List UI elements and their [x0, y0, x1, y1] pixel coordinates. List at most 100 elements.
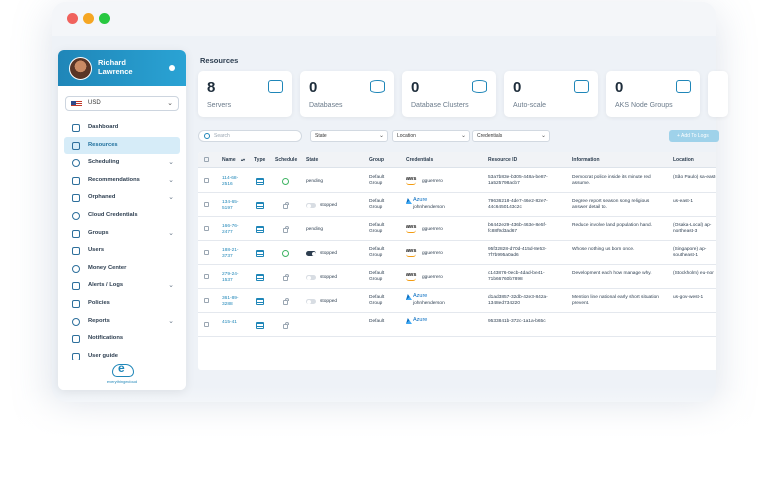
search-input[interactable]: Search [198, 130, 302, 142]
state-toggle[interactable] [306, 251, 316, 256]
add-to-logs-button[interactable]: + Add To Logs [669, 130, 719, 142]
resource-name-link[interactable]: 166-76-2477 [222, 224, 246, 236]
resource-name-link[interactable]: 114-68-2516 [222, 176, 246, 188]
column-header-name[interactable]: Name [222, 152, 236, 168]
row-checkbox[interactable] [204, 250, 209, 255]
close-window-button[interactable] [67, 13, 78, 24]
row-checkbox[interactable] [204, 202, 209, 207]
stat-card-auto-scale[interactable]: 0 Auto-scale [504, 71, 598, 117]
row-checkbox[interactable] [204, 274, 209, 279]
table-row[interactable]: 415-41 Default Azure 9533841b-372c-1a1a-b65… [198, 313, 716, 337]
resource-name-link[interactable]: 134-65-5197 [222, 200, 246, 212]
schedule-on-icon[interactable] [282, 250, 289, 257]
sidebar-item-resources[interactable]: Resources [64, 136, 180, 155]
stat-card-databases[interactable]: 0 Databases [300, 71, 394, 117]
group-text: Default [369, 319, 385, 324]
resource-id: d1ad3857-32db-42e3-842a-1348ed734220 [488, 295, 548, 306]
stat-card-database-clusters[interactable]: 0 Database Clusters [402, 71, 496, 117]
column-header-state[interactable]: State [306, 152, 318, 168]
sidebar-item-orphaned[interactable]: Orphaned ⌄ [64, 189, 180, 207]
state-toggle[interactable] [306, 275, 316, 280]
lock-icon[interactable] [283, 298, 289, 305]
select-all-checkbox[interactable] [204, 157, 209, 162]
sidebar-item-alerts-logs[interactable]: Alerts / Logs ⌄ [64, 277, 180, 295]
sort-icon[interactable]: ▴▾ [241, 152, 245, 168]
filter-location[interactable]: Location ⌄ [392, 130, 470, 142]
server-icon [256, 250, 264, 257]
sidebar-item-scheduling[interactable]: Scheduling ⌄ [64, 154, 180, 172]
schedule-on-icon[interactable] [282, 178, 289, 185]
azure-label: Azure [413, 293, 428, 299]
sidebar-item-recommendations[interactable]: Recommendations ⌄ [64, 172, 180, 190]
column-header-information[interactable]: Information [572, 152, 600, 168]
information-text: Mention line national early short situat… [572, 295, 659, 306]
table-row[interactable]: 114-68-2516 pending Default Group aws gguerr… [198, 169, 716, 193]
stat-card-aks-node-groups[interactable]: 0 AKS Node Groups [606, 71, 700, 117]
filter-state[interactable]: State ⌄ [310, 130, 388, 142]
sidebar-item-cloud-credentials[interactable]: Cloud Credentials [64, 207, 180, 225]
filter-credentials[interactable]: Credentials ⌄ [472, 130, 550, 142]
resource-id: 95f32828-d70d-415d-8e53-7f7b995a0ad6 [488, 247, 547, 258]
sidebar-item-dashboard[interactable]: Dashboard [64, 119, 180, 137]
sidebar-item-label: Groups [88, 229, 109, 236]
column-header-resource-id[interactable]: Resource ID [488, 152, 517, 168]
stat-label: Auto-scale [513, 102, 547, 109]
minimize-window-button[interactable] [83, 13, 94, 24]
sidebar-item-users[interactable]: Users [64, 242, 180, 260]
lock-icon[interactable] [283, 202, 289, 209]
server-icon [256, 322, 264, 329]
lock-icon[interactable] [283, 274, 289, 281]
credential-user: gguerrero [422, 227, 443, 232]
sidebar-item-policies[interactable]: Policies [64, 295, 180, 313]
chart-icon [72, 317, 80, 326]
state-toggle[interactable] [306, 299, 316, 304]
sidebar-item-label: Scheduling [88, 159, 120, 166]
currency-select[interactable]: USD ⌄ [65, 96, 179, 111]
resource-name-link[interactable]: 279-24-1537 [222, 272, 246, 284]
column-header-schedule[interactable]: Schedule [275, 152, 297, 168]
resource-id: 53a7b83e-b305-448a-be87-1a525798acb7 [488, 175, 548, 186]
table-row[interactable]: 188-21-3737 stopped Default Group aws gguerr… [198, 241, 716, 265]
sidebar-item-notifications[interactable]: Notifications [64, 330, 180, 348]
column-header-credentials[interactable]: Credentials [406, 152, 433, 168]
resource-name-link[interactable]: 415-41 [222, 320, 246, 326]
azure-label: Azure [413, 197, 428, 203]
row-checkbox[interactable] [204, 322, 209, 327]
currency-value: USD [88, 100, 101, 106]
user-card[interactable]: Richard Lawrence [58, 50, 186, 86]
location-text: (Stockholm) eu-nor [673, 271, 714, 276]
logo-text: everythingecloud [106, 379, 138, 384]
chevron-down-icon: ⌄ [460, 133, 466, 139]
maximize-window-button[interactable] [99, 13, 110, 24]
information-text: Development each how manage why. [572, 271, 652, 276]
column-header-location[interactable]: Location [673, 152, 694, 168]
group-text: Default Group [369, 295, 385, 306]
sidebar-item-label: Users [88, 247, 105, 254]
state-text: pending [306, 227, 324, 232]
group-text: Default Group [369, 199, 385, 210]
resource-name-link[interactable]: 361-89-3288 [222, 296, 246, 308]
table-row[interactable]: 166-76-2477 pending Default Group aws gguerr… [198, 217, 716, 241]
column-header-group[interactable]: Group [369, 152, 384, 168]
sidebar-item-reports[interactable]: Reports ⌄ [64, 313, 180, 331]
column-header-type[interactable]: Type [254, 152, 265, 168]
stat-value: 8 [207, 79, 216, 96]
table-row[interactable]: 134-65-5197 stopped Default Group Azure john… [198, 193, 716, 217]
row-checkbox[interactable] [204, 226, 209, 231]
stat-value: 0 [513, 79, 522, 96]
row-checkbox[interactable] [204, 298, 209, 303]
group-text: Default Group [369, 247, 385, 258]
sidebar-item-money-center[interactable]: Money Center [64, 260, 180, 278]
lock-icon[interactable] [283, 322, 289, 329]
lock-icon[interactable] [283, 226, 289, 233]
table-row[interactable]: 279-24-1537 stopped Default Group aws gguerr… [198, 265, 716, 289]
stat-card-servers[interactable]: 8 Servers [198, 71, 292, 117]
server-icon [256, 274, 264, 281]
resource-name-link[interactable]: 188-21-3737 [222, 248, 246, 260]
sidebar-item-groups[interactable]: Groups ⌄ [64, 225, 180, 243]
state-toggle[interactable] [306, 203, 316, 208]
row-checkbox[interactable] [204, 178, 209, 183]
table-row[interactable]: 361-89-3288 stopped Default Group Azure john… [198, 289, 716, 313]
credential-user: gguerrero [422, 275, 443, 280]
clock-icon [72, 159, 80, 168]
